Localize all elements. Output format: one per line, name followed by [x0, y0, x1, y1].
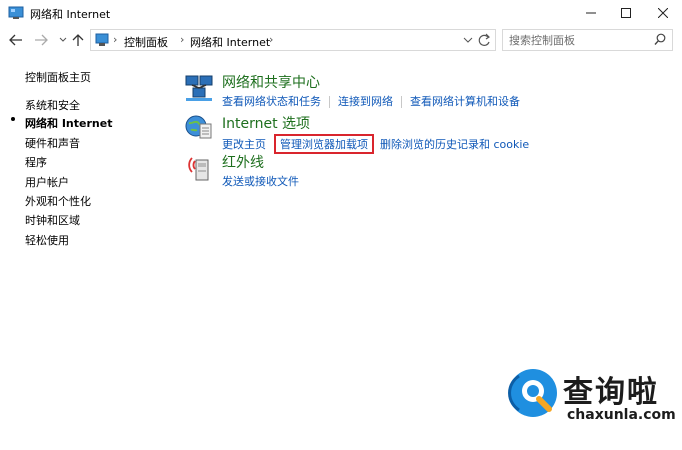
watermark-logo-icon: [505, 367, 561, 426]
category-links: 更改主页 管理浏览器加载项 删除浏览的历史记录和 cookie: [222, 134, 529, 154]
watermark-url: chaxunla.com: [567, 407, 676, 423]
category-title[interactable]: 网络和共享中心: [222, 72, 320, 92]
title-bar: 网络和 Internet: [0, 0, 682, 27]
address-bar[interactable]: › 控制面板 › 网络和 Internet ›: [90, 29, 496, 51]
sidebar-item-hardware-sound[interactable]: 硬件和声音: [25, 135, 80, 151]
category-network-sharing: 网络和共享中心 查看网络状态和任务 连接到网络 查看网络计算机和设备: [184, 72, 584, 108]
breadcrumb-network-internet[interactable]: 网络和 Internet: [190, 34, 270, 50]
connect-to-network-link[interactable]: 连接到网络: [338, 93, 393, 109]
link-separator: [401, 96, 402, 108]
view-network-status-link[interactable]: 查看网络状态和任务: [222, 93, 321, 109]
breadcrumb-separator-icon: ›: [269, 33, 274, 46]
refresh-icon[interactable]: [477, 32, 491, 51]
close-button[interactable]: [645, 0, 681, 26]
watermark: 查询啦 chaxunla.com: [505, 365, 676, 435]
forward-button[interactable]: [32, 31, 50, 49]
send-receive-files-link[interactable]: 发送或接收文件: [222, 173, 299, 189]
delete-browsing-history-link[interactable]: 删除浏览的历史记录和 cookie: [380, 136, 529, 152]
maximize-button[interactable]: [608, 0, 644, 26]
current-item-bullet: [11, 117, 15, 121]
category-links: 查看网络状态和任务 连接到网络 查看网络计算机和设备: [222, 93, 520, 109]
category-title[interactable]: 红外线: [222, 152, 264, 172]
back-button[interactable]: [7, 31, 25, 49]
sidebar-item-programs[interactable]: 程序: [25, 154, 47, 170]
sidebar-item-ease-of-access[interactable]: 轻松使用: [25, 232, 69, 248]
sidebar-item-user-accounts[interactable]: 用户帐户: [25, 174, 69, 190]
control-panel-icon: [95, 33, 109, 47]
control-panel-icon: [8, 6, 24, 20]
breadcrumb-control-panel[interactable]: 控制面板: [124, 34, 168, 50]
internet-options-icon: [184, 113, 214, 143]
window-title: 网络和 Internet: [30, 8, 111, 21]
navigation-bar: › 控制面板 › 网络和 Internet ›: [0, 27, 682, 54]
sidebar-item-network-internet: 网络和 Internet: [25, 117, 113, 130]
sidebar: 控制面板主页 系统和安全 网络和 Internet 硬件和声音 程序 用户帐户 …: [0, 54, 170, 450]
minimize-button[interactable]: [573, 0, 609, 26]
category-internet-options: Internet 选项 更改主页 管理浏览器加载项 删除浏览的历史记录和 cooki…: [184, 113, 584, 154]
search-icon[interactable]: [654, 33, 666, 50]
breadcrumb-separator-icon: ›: [180, 33, 185, 46]
infrared-icon: [184, 152, 214, 182]
breadcrumb-separator-icon: ›: [113, 33, 118, 46]
link-separator: [329, 96, 330, 108]
category-title[interactable]: Internet 选项: [222, 113, 310, 133]
sidebar-home-link[interactable]: 控制面板主页: [25, 69, 91, 85]
change-home-page-link[interactable]: 更改主页: [222, 136, 266, 152]
sidebar-item-system-security[interactable]: 系统和安全: [25, 97, 80, 113]
category-infrared: 红外线 发送或接收文件: [184, 152, 584, 188]
sidebar-item-appearance[interactable]: 外观和个性化: [25, 193, 91, 209]
view-network-computers-link[interactable]: 查看网络计算机和设备: [410, 93, 520, 109]
search-input[interactable]: [509, 33, 649, 47]
category-links: 发送或接收文件: [222, 173, 299, 189]
address-dropdown-chevron-icon[interactable]: [463, 33, 473, 50]
manage-browser-addons-link[interactable]: 管理浏览器加载项: [274, 134, 374, 154]
up-button[interactable]: [69, 31, 87, 49]
sidebar-item-clock-region[interactable]: 时钟和区域: [25, 212, 80, 228]
watermark-text: 查询啦: [563, 375, 659, 410]
network-sharing-icon: [184, 72, 214, 102]
search-box[interactable]: [502, 29, 673, 51]
